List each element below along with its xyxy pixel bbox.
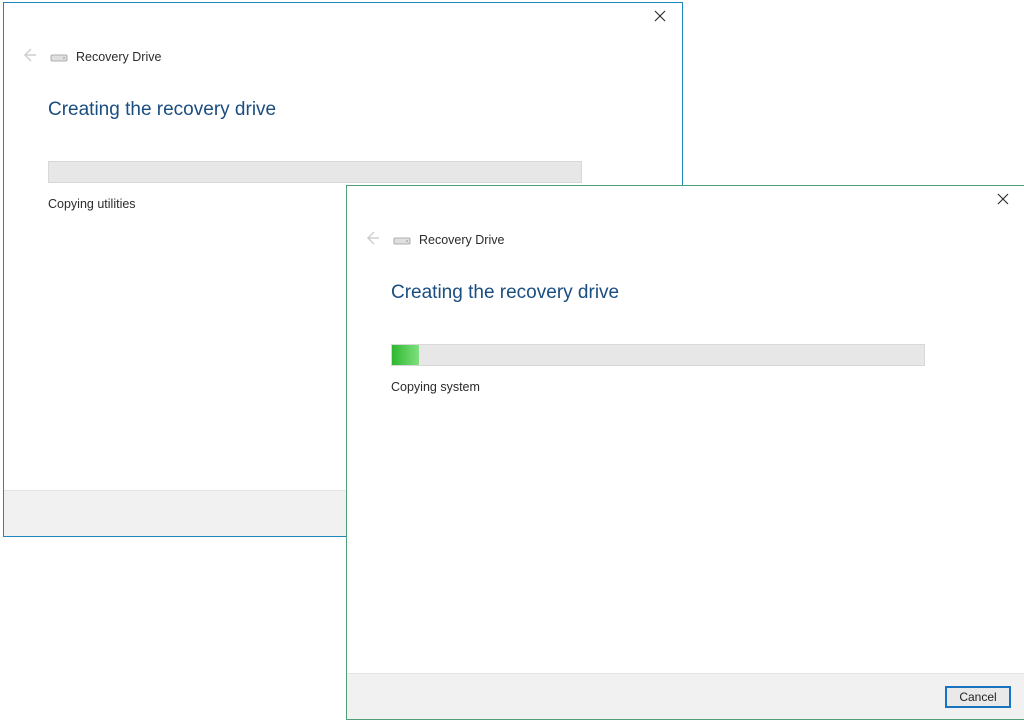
back-button: [18, 46, 40, 68]
back-arrow-icon: [364, 230, 380, 251]
content-area: Creating the recovery drive Copying syst…: [347, 252, 1024, 673]
progress-fill: [392, 345, 419, 365]
back-arrow-icon: [21, 47, 37, 68]
page-heading: Creating the recovery drive: [48, 99, 638, 121]
wizard-name-label: Recovery Drive: [76, 50, 161, 64]
close-icon: [997, 192, 1009, 210]
progress-bar: [48, 161, 582, 183]
progress-bar: [391, 344, 925, 366]
title-bar: [4, 3, 682, 37]
drive-icon: [393, 234, 411, 246]
wizard-name-label: Recovery Drive: [419, 233, 504, 247]
progress-wrap: [391, 344, 981, 366]
footer-bar: Cancel: [347, 673, 1024, 719]
status-text: Copying system: [391, 380, 981, 394]
close-button[interactable]: [638, 3, 682, 33]
progress-wrap: [48, 161, 638, 183]
close-icon: [654, 9, 666, 27]
header-row: Recovery Drive: [4, 37, 682, 69]
back-button: [361, 229, 383, 251]
title-bar: [347, 186, 1024, 220]
recovery-wizard-window-front: Recovery Drive Creating the recovery dri…: [346, 185, 1024, 720]
cancel-button[interactable]: Cancel: [945, 686, 1011, 708]
close-button[interactable]: [981, 186, 1024, 216]
drive-icon: [50, 51, 68, 63]
header-row: Recovery Drive: [347, 220, 1024, 252]
page-heading: Creating the recovery drive: [391, 282, 981, 304]
